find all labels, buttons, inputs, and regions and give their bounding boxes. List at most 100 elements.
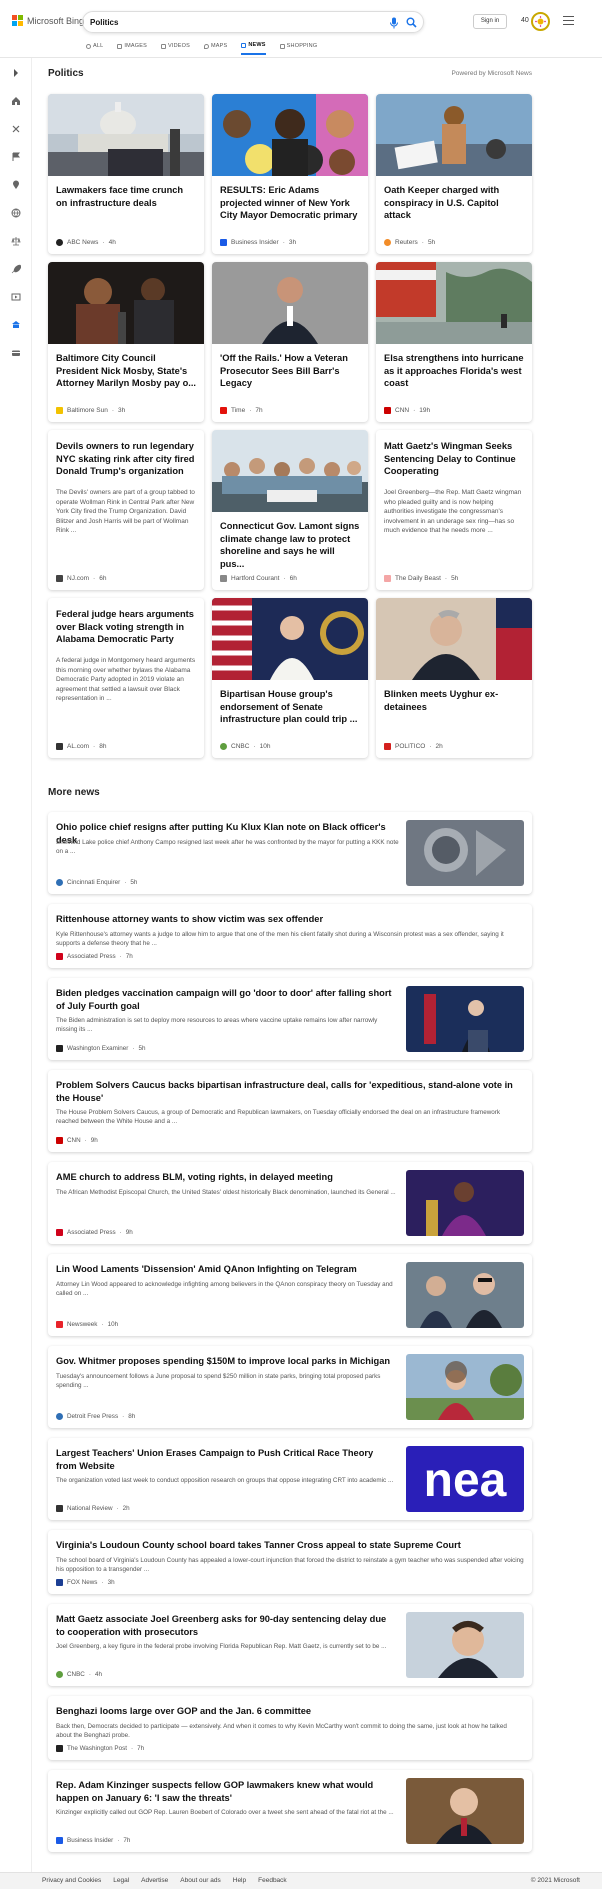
item-title[interactable]: Problem Solvers Caucus backs bipartisan …	[56, 1079, 524, 1104]
tab-label: ALL	[93, 43, 104, 49]
wallet-icon[interactable]	[11, 348, 21, 358]
more-news-item[interactable]: Lin Wood Laments 'Dissension' Amid QAnon…	[48, 1254, 532, 1336]
news-card[interactable]: 'Off the Rails.' How a Veteran Prosecuto…	[212, 262, 368, 422]
cnn-logo-icon	[384, 407, 391, 414]
item-snippet: The organization voted last week to cond…	[56, 1477, 394, 1484]
source-name: ABC News	[67, 239, 99, 246]
news-card[interactable]: Blinken meets Uyghur ex-detainees POLITI…	[376, 598, 532, 758]
rewards-icon[interactable]	[531, 12, 550, 31]
more-news-item[interactable]: Gov. Whitmer proposes spending $150M to …	[48, 1346, 532, 1428]
dot: ·	[429, 743, 432, 750]
national-review-logo-icon	[56, 1505, 63, 1512]
card-title[interactable]: Bipartisan House group's endorsement of …	[220, 688, 360, 726]
card-title[interactable]: 'Off the Rails.' How a Veteran Prosecuto…	[220, 352, 360, 390]
news-card[interactable]: Oath Keeper charged with conspiracy in U…	[376, 94, 532, 254]
home-icon[interactable]	[11, 96, 21, 106]
tab-all[interactable]: ALL	[86, 42, 103, 55]
more-news-item[interactable]: Biden pledges vaccination campaign will …	[48, 978, 532, 1060]
card-title[interactable]: Lawmakers face time crunch on infrastruc…	[56, 184, 196, 209]
search-icon[interactable]	[406, 17, 417, 28]
item-title[interactable]: Gov. Whitmer proposes spending $150M to …	[56, 1355, 406, 1368]
tab-news[interactable]: NEWS	[241, 42, 266, 55]
tab-maps[interactable]: MAPS	[203, 42, 227, 55]
tab-videos[interactable]: VIDEOS	[160, 42, 190, 55]
cincinnati-enquirer-logo-icon	[56, 879, 63, 886]
item-title[interactable]: Virginia's Loudoun County school board t…	[56, 1539, 524, 1552]
news-card[interactable]: Bipartisan House group's endorsement of …	[212, 598, 368, 758]
item-title[interactable]: Matt Gaetz associate Joel Greenberg asks…	[56, 1613, 396, 1638]
tab-images[interactable]: IMAGES	[117, 42, 147, 55]
footer-link-feedback[interactable]: Feedback	[258, 1877, 287, 1884]
expand-chevron-icon[interactable]	[11, 68, 21, 78]
whitmer-park-photo	[406, 1354, 524, 1420]
dot: ·	[283, 575, 286, 582]
sign-in-button[interactable]: Sign in	[473, 14, 507, 29]
more-news-item[interactable]: Virginia's Loudoun County school board t…	[48, 1530, 532, 1594]
location-pin-icon[interactable]	[11, 180, 21, 190]
news-card[interactable]: Federal judge hears arguments over Black…	[48, 598, 204, 758]
source-name: Time	[231, 407, 246, 414]
mic-icon[interactable]	[389, 17, 399, 29]
source-name: Business Insider	[231, 239, 279, 246]
rewards-points[interactable]: 40	[521, 17, 529, 24]
card-title[interactable]: Matt Gaetz's Wingman Seeks Sentencing De…	[384, 440, 524, 478]
item-title[interactable]: Rep. Adam Kinzinger suspects fellow GOP …	[56, 1779, 396, 1804]
item-title[interactable]: Lin Wood Laments 'Dissension' Amid QAnon…	[56, 1263, 406, 1276]
item-title[interactable]: Benghazi looms large over GOP and the Ja…	[56, 1705, 524, 1718]
card-title[interactable]: Elsa strengthens into hurricane as it ap…	[384, 352, 524, 390]
news-card[interactable]: Elsa strengthens into hurricane as it ap…	[376, 262, 532, 422]
government-building-icon[interactable]	[11, 320, 21, 330]
globe-icon[interactable]	[11, 208, 21, 218]
card-title[interactable]: Baltimore City Council President Nick Mo…	[56, 352, 196, 390]
news-card[interactable]: RESULTS: Eric Adams projected winner of …	[212, 94, 368, 254]
footer-link-legal[interactable]: Legal	[113, 1877, 129, 1884]
footer-link-help[interactable]: Help	[233, 1877, 246, 1884]
bing-logo[interactable]: Microsoft Bing	[12, 15, 84, 26]
more-news-item[interactable]: Benghazi looms large over GOP and the Ja…	[48, 1696, 532, 1760]
more-news-title: More news	[48, 787, 100, 798]
footer-link-about-ads[interactable]: About our ads	[180, 1877, 220, 1884]
card-title[interactable]: Federal judge hears arguments over Black…	[56, 608, 196, 646]
footer-link-privacy[interactable]: Privacy and Cookies	[42, 1877, 101, 1884]
flag-icon[interactable]	[11, 152, 21, 162]
search-box[interactable]	[82, 11, 424, 33]
item-title[interactable]: Biden pledges vaccination campaign will …	[56, 987, 396, 1012]
more-news-item[interactable]: Largest Teachers' Union Erases Campaign …	[48, 1438, 532, 1520]
card-title[interactable]: Blinken meets Uyghur ex-detainees	[384, 688, 524, 713]
search-input[interactable]	[90, 15, 380, 30]
news-card[interactable]: Matt Gaetz's Wingman Seeks Sentencing De…	[376, 430, 532, 590]
source-name: Baltimore Sun	[67, 407, 108, 414]
news-card[interactable]: Connecticut Gov. Lamont signs climate ch…	[212, 430, 368, 590]
scales-icon[interactable]	[11, 236, 21, 246]
film-icon[interactable]	[11, 292, 21, 302]
news-card[interactable]: Lawmakers face time crunch on infrastruc…	[48, 94, 204, 254]
item-snippet: Kyle Rittenhouse's attorney wants a judg…	[56, 931, 504, 947]
news-card[interactable]: Baltimore City Council President Nick Mo…	[48, 262, 204, 422]
abc-news-logo-icon	[56, 239, 63, 246]
rocket-icon[interactable]	[11, 264, 21, 274]
hurricane-street-photo	[376, 262, 532, 344]
card-title[interactable]: Oath Keeper charged with conspiracy in U…	[384, 184, 524, 222]
more-news-item[interactable]: AME church to address BLM, voting rights…	[48, 1162, 532, 1244]
tab-shopping[interactable]: SHOPPING	[279, 42, 318, 55]
footer-link-advertise[interactable]: Advertise	[141, 1877, 168, 1884]
tools-icon[interactable]	[11, 124, 21, 134]
item-title[interactable]: Largest Teachers' Union Erases Campaign …	[56, 1447, 396, 1472]
card-title[interactable]: Devils owners to run legendary NYC skati…	[56, 440, 196, 478]
more-news-item[interactable]: Problem Solvers Caucus backs bipartisan …	[48, 1070, 532, 1152]
hamburger-icon[interactable]	[563, 16, 574, 25]
item-title[interactable]: Rittenhouse attorney wants to show victi…	[56, 913, 524, 926]
card-title[interactable]: Connecticut Gov. Lamont signs climate ch…	[220, 520, 360, 570]
more-news-item[interactable]: Matt Gaetz associate Joel Greenberg asks…	[48, 1604, 532, 1686]
news-card[interactable]: Devils owners to run legendary NYC skati…	[48, 430, 204, 590]
more-news-item[interactable]: Rep. Adam Kinzinger suspects fellow GOP …	[48, 1770, 532, 1852]
card-source: POLITICO · 2h	[384, 743, 443, 750]
item-snippet: The school board of Virginia's Loudoun C…	[56, 1557, 524, 1573]
card-title[interactable]: RESULTS: Eric Adams projected winner of …	[220, 184, 360, 222]
more-news-item[interactable]: Rittenhouse attorney wants to show victi…	[48, 904, 532, 968]
tab-label: NEWS	[248, 42, 266, 48]
item-title[interactable]: AME church to address BLM, voting rights…	[56, 1171, 406, 1184]
item-snippet: The House Problem Solvers Caucus, a grou…	[56, 1109, 501, 1125]
source-name: CNN	[67, 1137, 81, 1144]
more-news-item[interactable]: Ohio police chief resigns after putting …	[48, 812, 532, 894]
